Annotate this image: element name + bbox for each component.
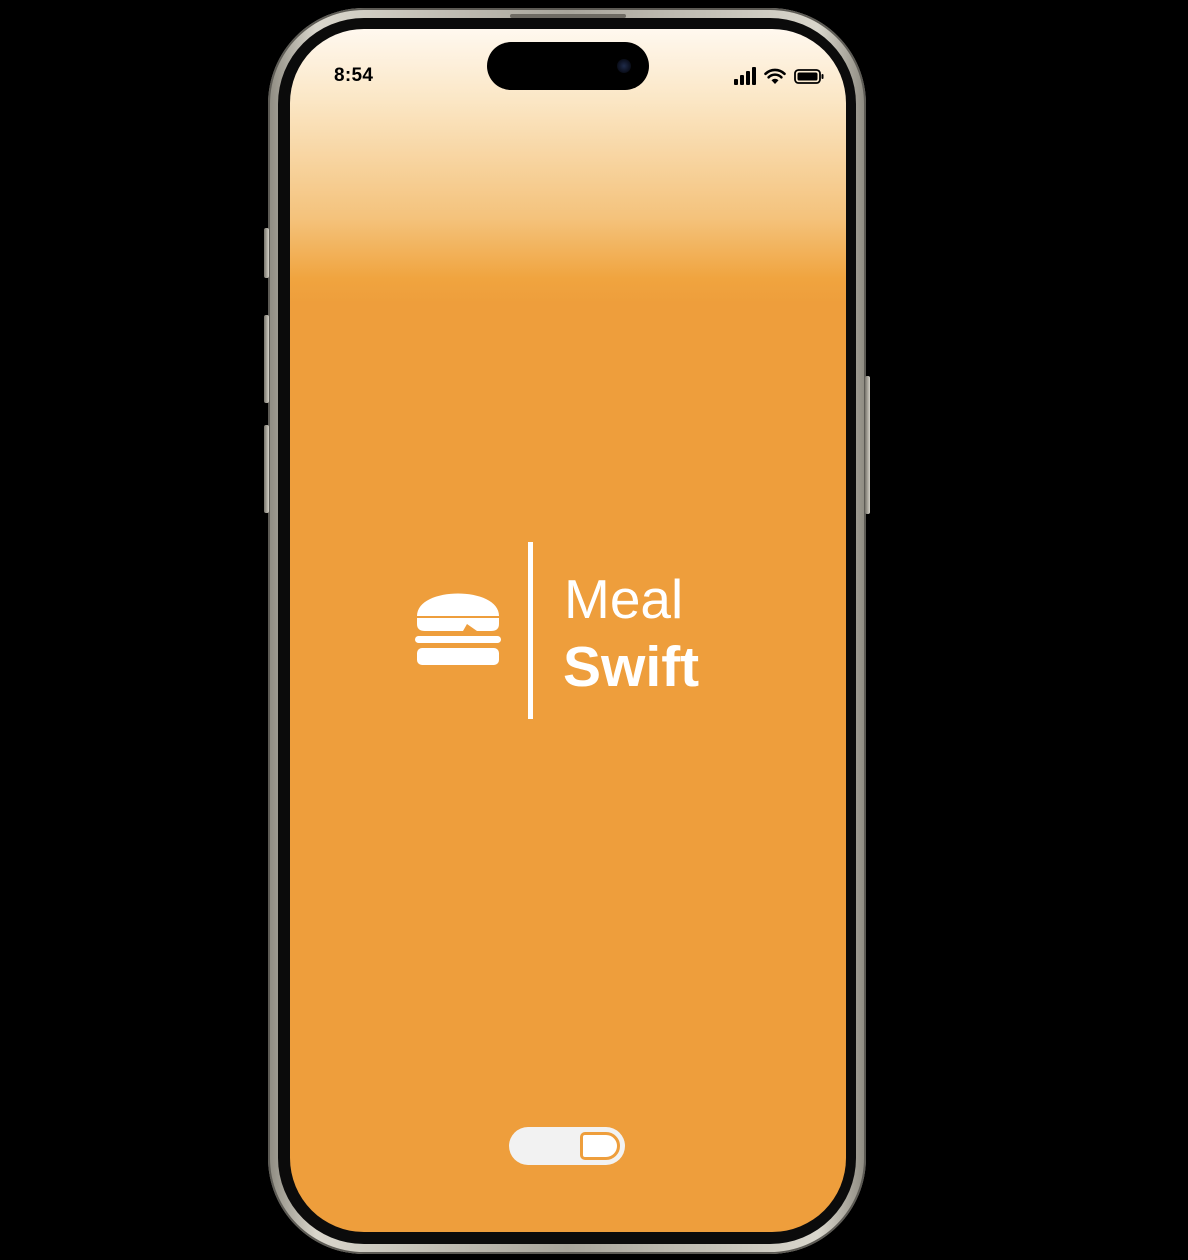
wifi-icon	[764, 68, 786, 84]
battery-icon	[794, 68, 824, 84]
toggle-switch[interactable]	[509, 1127, 625, 1165]
burger-icon	[415, 593, 501, 665]
toggle-knob[interactable]	[580, 1132, 620, 1160]
front-camera	[617, 59, 631, 73]
logo-text-swift: Swift	[563, 635, 700, 699]
volume-down-button	[264, 425, 269, 513]
volume-up-button	[264, 315, 269, 403]
app-logo: Meal Swift	[410, 542, 730, 722]
status-time: 8:54	[334, 65, 374, 86]
action-button	[264, 228, 269, 278]
logo-text-meal: Meal	[564, 568, 684, 630]
splash-screen: 8:54 Meal Swift	[290, 29, 846, 1232]
power-button	[865, 376, 870, 514]
dynamic-island	[487, 42, 649, 90]
cellular-signal-icon	[734, 67, 756, 85]
logo-divider	[528, 542, 533, 719]
status-icons	[734, 67, 824, 85]
stage: 8:54 Meal Swift	[0, 0, 1188, 1260]
